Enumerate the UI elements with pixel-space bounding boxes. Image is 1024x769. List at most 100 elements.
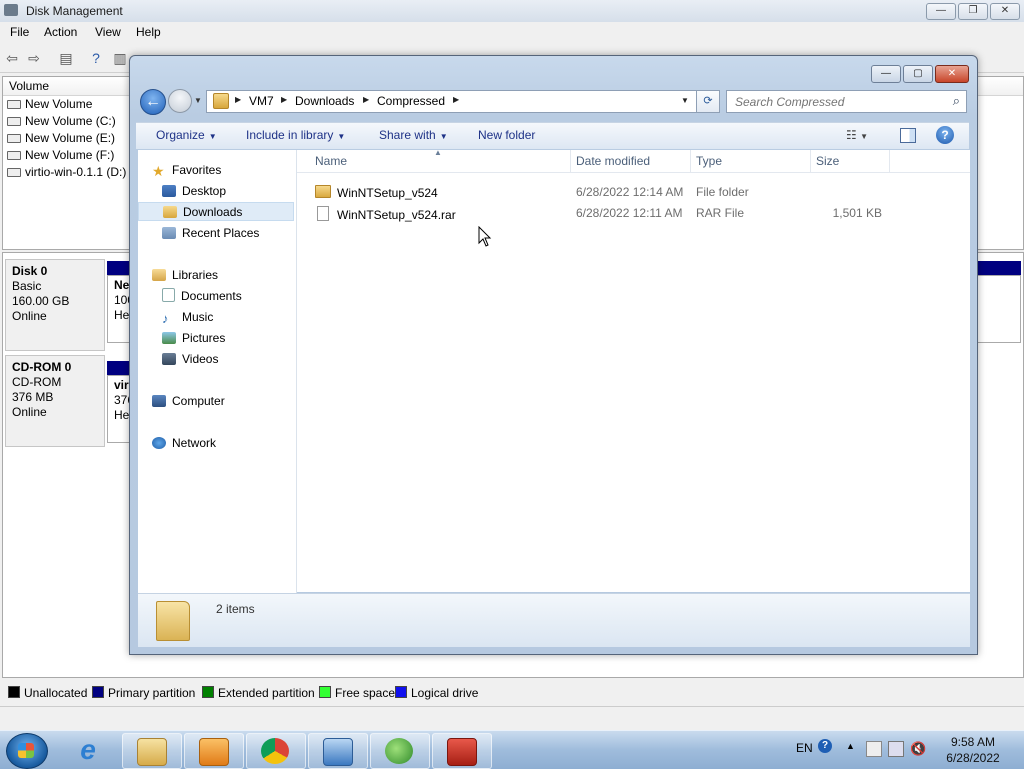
taskbar-windows-explorer[interactable] xyxy=(122,733,182,769)
search-icon[interactable]: ⌕ xyxy=(953,93,960,109)
column-type[interactable]: Type xyxy=(696,154,722,168)
help-icon[interactable]: ? xyxy=(818,739,832,753)
taskbar-internet-explorer[interactable]: e xyxy=(60,733,118,767)
breadcrumb-separator-icon[interactable]: ▶ xyxy=(453,95,459,104)
nav-libraries[interactable]: Libraries xyxy=(152,266,308,285)
taskbar-download-manager[interactable] xyxy=(370,733,430,769)
recent-pages-dropdown[interactable]: ▼ xyxy=(194,96,202,105)
nav-recent-places[interactable]: Recent Places xyxy=(162,224,318,243)
address-bar[interactable]: ▶ VM7 ▶ Downloads ▶ Compressed ▶ ▼ xyxy=(206,90,719,113)
back-arrow-icon[interactable]: ⇦ xyxy=(4,50,20,66)
forward-arrow-icon[interactable]: ⇨ xyxy=(26,50,42,66)
column-divider[interactable] xyxy=(810,150,811,172)
primary-partition-strip xyxy=(975,261,1021,275)
nav-pictures[interactable]: Pictures xyxy=(162,329,318,348)
breadcrumb-separator-icon[interactable]: ▶ xyxy=(363,95,369,104)
pictures-icon xyxy=(162,332,176,344)
nav-downloads[interactable]: Downloads xyxy=(138,202,294,221)
help-icon[interactable]: ? xyxy=(936,126,954,144)
file-row[interactable]: WinNTSetup_v524.rar 6/28/2022 12:11 AM R… xyxy=(297,203,970,224)
show-hide-tree-icon[interactable]: ▤ xyxy=(58,50,74,66)
column-name[interactable]: Name xyxy=(315,154,347,168)
volume-muted-icon[interactable]: 🔇 xyxy=(910,741,926,757)
menu-help[interactable]: Help xyxy=(136,25,161,39)
legend-swatch xyxy=(92,686,104,698)
nav-music[interactable]: ♪ Music xyxy=(162,308,318,327)
taskbar-chrome[interactable] xyxy=(246,733,306,769)
disk-0-partition[interactable]: Ne 100 He xyxy=(107,261,134,343)
share-with-button[interactable]: Share with ▼ xyxy=(379,128,448,142)
disk-0-info[interactable]: Disk 0 Basic 160.00 GB Online xyxy=(5,259,105,351)
search-input[interactable] xyxy=(733,93,945,111)
include-in-library-button[interactable]: Include in library ▼ xyxy=(246,128,345,142)
forward-button[interactable] xyxy=(168,89,192,113)
menu-view[interactable]: View xyxy=(95,25,121,39)
recent-places-icon xyxy=(162,227,176,239)
organize-button[interactable]: Organize ▼ xyxy=(156,128,217,142)
computer-icon xyxy=(152,395,166,407)
volume-row[interactable]: virtio-win-0.1.1 (D:) xyxy=(7,164,126,181)
close-button[interactable]: ✕ xyxy=(935,65,969,83)
breadcrumb-compressed[interactable]: Compressed xyxy=(377,94,445,108)
volume-row[interactable]: New Volume (C:) xyxy=(7,113,116,130)
breadcrumb-downloads[interactable]: Downloads xyxy=(295,94,354,108)
legend-logical: Logical drive xyxy=(395,686,478,700)
change-view-icon[interactable]: ☷ ▼ xyxy=(846,128,868,142)
minimize-button[interactable]: — xyxy=(871,65,901,83)
partition-status: He xyxy=(114,308,130,322)
show-hidden-icons-icon[interactable]: ▲ xyxy=(846,741,855,751)
videos-icon xyxy=(162,353,176,365)
partition-name: vir xyxy=(114,378,129,392)
volume-row[interactable]: New Volume xyxy=(7,96,92,113)
cdrom-0-info[interactable]: CD-ROM 0 CD-ROM 376 MB Online xyxy=(5,355,105,447)
nav-favorites[interactable]: ★ Favorites xyxy=(152,161,308,180)
menu-file[interactable]: File xyxy=(10,25,29,39)
control-panel-icon xyxy=(323,738,353,766)
column-divider[interactable] xyxy=(889,150,890,172)
disk-status: Online xyxy=(12,405,47,419)
clock[interactable]: 9:58 AM 6/28/2022 xyxy=(930,734,1016,766)
taskbar-media-player[interactable] xyxy=(184,733,244,769)
help-icon[interactable]: ? xyxy=(88,50,104,66)
new-folder-button[interactable]: New folder xyxy=(478,128,535,142)
close-button[interactable]: ✕ xyxy=(990,3,1020,20)
libraries-icon xyxy=(152,269,166,281)
nav-network[interactable]: Network xyxy=(152,434,308,453)
start-button[interactable] xyxy=(6,733,48,769)
search-box[interactable]: ⌕ xyxy=(726,90,967,113)
partition-body: vir 376 He xyxy=(107,375,134,443)
refresh-button[interactable]: ⟳ xyxy=(696,90,720,113)
language-indicator[interactable]: EN xyxy=(796,741,813,755)
properties-icon[interactable]: ▥ xyxy=(112,50,128,66)
preview-pane-icon[interactable] xyxy=(900,128,916,143)
nav-videos[interactable]: Videos xyxy=(162,350,318,369)
legend-swatch xyxy=(202,686,214,698)
volume-row[interactable]: New Volume (F:) xyxy=(7,147,114,164)
breadcrumb-separator-icon[interactable]: ▶ xyxy=(281,95,287,104)
action-center-icon[interactable] xyxy=(866,741,882,757)
cdrom-0-partition[interactable]: vir 376 He xyxy=(107,361,134,443)
nav-desktop[interactable]: Desktop xyxy=(162,182,318,201)
volume-row[interactable]: New Volume (E:) xyxy=(7,130,115,147)
address-history-dropdown-icon[interactable]: ▼ xyxy=(681,96,689,105)
column-divider[interactable] xyxy=(570,150,571,172)
nav-computer[interactable]: Computer xyxy=(152,392,308,411)
legend-primary: Primary partition xyxy=(92,686,195,700)
column-size[interactable]: Size xyxy=(816,154,839,168)
breadcrumb-vm7[interactable]: VM7 xyxy=(249,94,274,108)
disk-management-icon xyxy=(4,4,18,16)
network-icon[interactable] xyxy=(888,741,904,757)
windows-logo-icon xyxy=(18,743,34,758)
maximize-button[interactable]: ❐ xyxy=(958,3,988,20)
maximize-button[interactable]: ▢ xyxy=(903,65,933,83)
disk-0-partition-right[interactable] xyxy=(975,261,1021,343)
taskbar-control-panel[interactable] xyxy=(308,733,368,769)
taskbar-toolbox[interactable] xyxy=(432,733,492,769)
file-row[interactable]: WinNTSetup_v524 6/28/2022 12:14 AM File … xyxy=(297,182,970,203)
nav-documents[interactable]: Documents xyxy=(162,287,318,306)
column-date-modified[interactable]: Date modified xyxy=(576,154,650,168)
menu-action[interactable]: Action xyxy=(44,25,77,39)
minimize-button[interactable]: — xyxy=(926,3,956,20)
back-button[interactable]: ← xyxy=(140,89,166,115)
column-divider[interactable] xyxy=(690,150,691,172)
